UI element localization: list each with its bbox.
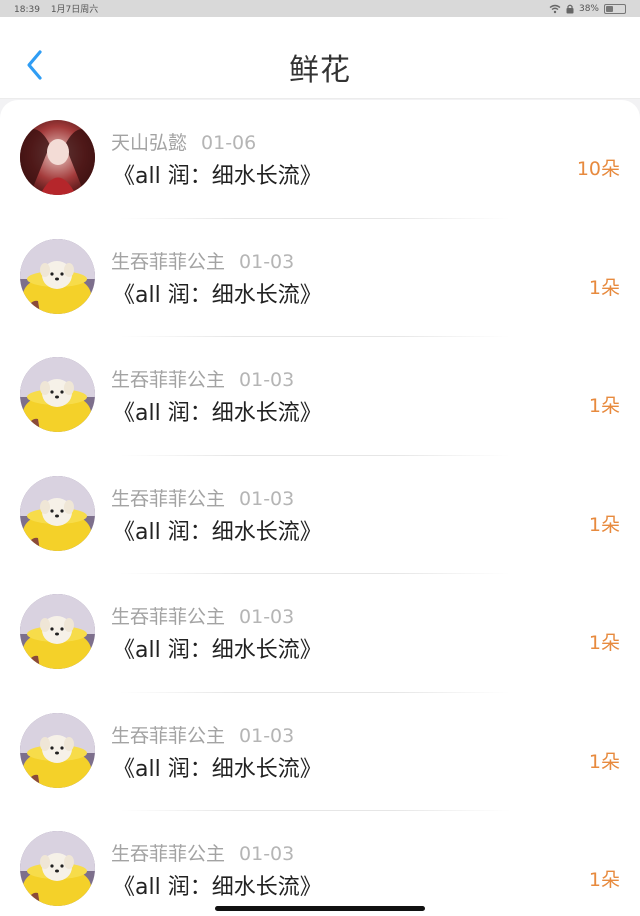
username[interactable]: 生吞菲菲公主 (111, 843, 225, 865)
anime-avatar (20, 120, 95, 195)
puppy-avatar (20, 831, 95, 906)
page-title: 鲜花 (289, 53, 351, 88)
flower-count: 1朵 (588, 750, 620, 773)
record-date: 01-03 (239, 487, 295, 510)
record-meta: 生吞菲菲公主 01-03 (111, 602, 294, 629)
flower-count: 1朵 (588, 869, 620, 891)
username[interactable]: 生吞菲菲公主 (111, 488, 225, 510)
navigation-bar: 鲜花 (0, 17, 640, 99)
work-title[interactable]: 《all 润：细水长流》 (113, 632, 322, 664)
flower-count: 1朵 (588, 276, 620, 299)
list-item-4[interactable]: 生吞菲菲公主 01-03 《all 润：细水长流》 1朵 (0, 456, 640, 575)
avatar[interactable] (20, 357, 95, 432)
puppy-avatar (20, 712, 95, 788)
avatar[interactable] (20, 831, 95, 906)
record-meta: 天山弘懿 01-06 (111, 128, 256, 155)
list-item-6[interactable]: 生吞菲菲公主 01-03 《all 润：细水长流》 1朵 (0, 693, 640, 812)
username[interactable]: 生吞菲菲公主 (111, 251, 225, 273)
flower-count: 10朵 (576, 158, 620, 180)
work-title[interactable]: 《all 润：细水长流》 (113, 395, 322, 427)
record-date: 01-03 (239, 369, 295, 391)
username[interactable]: 生吞菲菲公主 (111, 606, 225, 628)
avatar[interactable] (20, 712, 95, 788)
record-date: 01-03 (239, 606, 295, 628)
record-date: 01-03 (239, 250, 295, 273)
work-title[interactable]: 《all 润：细水长流》 (113, 869, 322, 901)
list-item-1[interactable]: 天山弘懿 01-06 《all 润：细水长流》 10朵 (0, 100, 640, 219)
work-title[interactable]: 《all 润：细水长流》 (113, 514, 322, 546)
orientation-lock-icon (566, 4, 574, 13)
record-date: 01-03 (239, 843, 295, 865)
record-date: 01-06 (201, 132, 257, 154)
status-date: 1月7日周六 (50, 5, 99, 15)
flower-records-list: 天山弘懿 01-06 《all 润：细水长流》 10朵 生吞菲菲公主 01-03 《… (0, 100, 640, 916)
status-right: 38% (549, 3, 626, 14)
battery-fill (606, 5, 613, 12)
puppy-avatar (20, 357, 95, 432)
list-item-7[interactable]: 生吞菲菲公主 01-03 《all 润：细水长流》 1朵 (0, 811, 640, 916)
battery-percent: 38% (578, 3, 599, 14)
record-meta: 生吞菲菲公主 01-03 (111, 365, 294, 392)
wifi-icon (549, 4, 561, 13)
battery-icon (604, 3, 626, 14)
record-meta: 生吞菲菲公主 01-03 (111, 839, 294, 866)
record-date: 01-03 (239, 724, 295, 747)
avatar[interactable] (20, 475, 95, 551)
record-meta: 生吞菲菲公主 01-03 (111, 484, 294, 511)
avatar[interactable] (20, 120, 95, 195)
username[interactable]: 天山弘懿 (111, 132, 187, 154)
work-title[interactable]: 《all 润：细水长流》 (113, 751, 322, 783)
username[interactable]: 生吞菲菲公主 (111, 369, 225, 391)
status-left: 18:39 1月7日周六 (14, 2, 106, 15)
status-bar: 18:39 1月7日周六 38% (0, 0, 640, 17)
puppy-avatar (20, 238, 95, 314)
flower-count: 1朵 (588, 632, 620, 654)
record-meta: 生吞菲菲公主 01-03 (111, 247, 294, 274)
status-time: 18:39 (14, 5, 40, 15)
avatar[interactable] (20, 594, 95, 669)
flower-count: 1朵 (588, 395, 620, 417)
home-indicator[interactable] (215, 906, 425, 911)
list-item-2[interactable]: 生吞菲菲公主 01-03 《all 润：细水长流》 1朵 (0, 219, 640, 338)
work-title[interactable]: 《all 润：细水长流》 (113, 158, 322, 190)
flower-count: 1朵 (588, 513, 620, 536)
record-meta: 生吞菲菲公主 01-03 (111, 721, 294, 748)
list-item-3[interactable]: 生吞菲菲公主 01-03 《all 润：细水长流》 1朵 (0, 337, 640, 456)
username[interactable]: 生吞菲菲公主 (111, 725, 225, 747)
avatar[interactable] (20, 238, 95, 314)
list-item-5[interactable]: 生吞菲菲公主 01-03 《all 润：细水长流》 1朵 (0, 574, 640, 693)
puppy-avatar (20, 594, 95, 669)
puppy-avatar (20, 475, 95, 551)
work-title[interactable]: 《all 润：细水长流》 (113, 277, 322, 309)
